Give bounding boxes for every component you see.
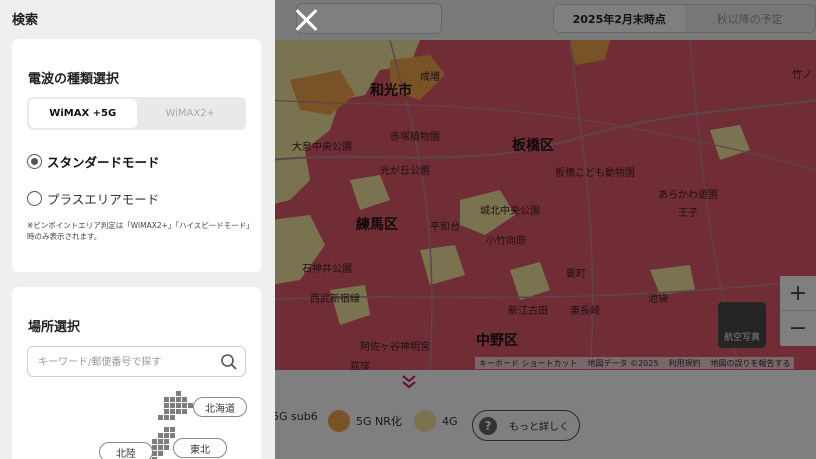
tab-wimax-5g[interactable]: WiMAX +5G	[29, 99, 137, 128]
place-select-card: 場所選択 北海道 東北 北陸	[12, 287, 261, 459]
region-button-hokkaido[interactable]: 北海道	[193, 397, 247, 417]
radio-label: プラスエリアモード	[47, 192, 160, 207]
radio-plus-area-mode[interactable]: プラスエリアモード	[27, 189, 159, 208]
pinpoint-note: ※ピンポイントエリア判定は「WiMAX2+」「ハイスピードモード」時のみ表示され…	[27, 221, 251, 241]
wave-type-toggle: WiMAX +5G WiMAX2+	[27, 97, 246, 130]
wave-type-card: 電波の種類選択 WiMAX +5G WiMAX2+ スタンダードモード プラスエ…	[12, 39, 261, 272]
radio-label: スタンダードモード	[47, 155, 160, 170]
search-icon[interactable]	[220, 353, 238, 371]
place-search-input[interactable]	[38, 353, 218, 371]
radio-unchecked-icon	[27, 191, 42, 206]
radio-standard-mode[interactable]: スタンダードモード	[27, 152, 160, 171]
panel-title: 検索	[12, 13, 39, 28]
radio-checked-icon	[27, 154, 42, 169]
region-button-tohoku[interactable]: 東北	[173, 438, 227, 458]
search-panel: 検索 電波の種類選択 WiMAX +5G WiMAX2+ スタンダードモード プ…	[0, 0, 275, 459]
tab-wimax2[interactable]: WiMAX2+	[137, 99, 245, 128]
wave-type-title: 電波の種類選択	[28, 72, 120, 87]
close-icon[interactable]	[292, 6, 320, 34]
place-select-title: 場所選択	[28, 320, 81, 335]
region-button-hokuriku[interactable]: 北陸	[99, 442, 153, 459]
place-search-box	[27, 346, 246, 377]
